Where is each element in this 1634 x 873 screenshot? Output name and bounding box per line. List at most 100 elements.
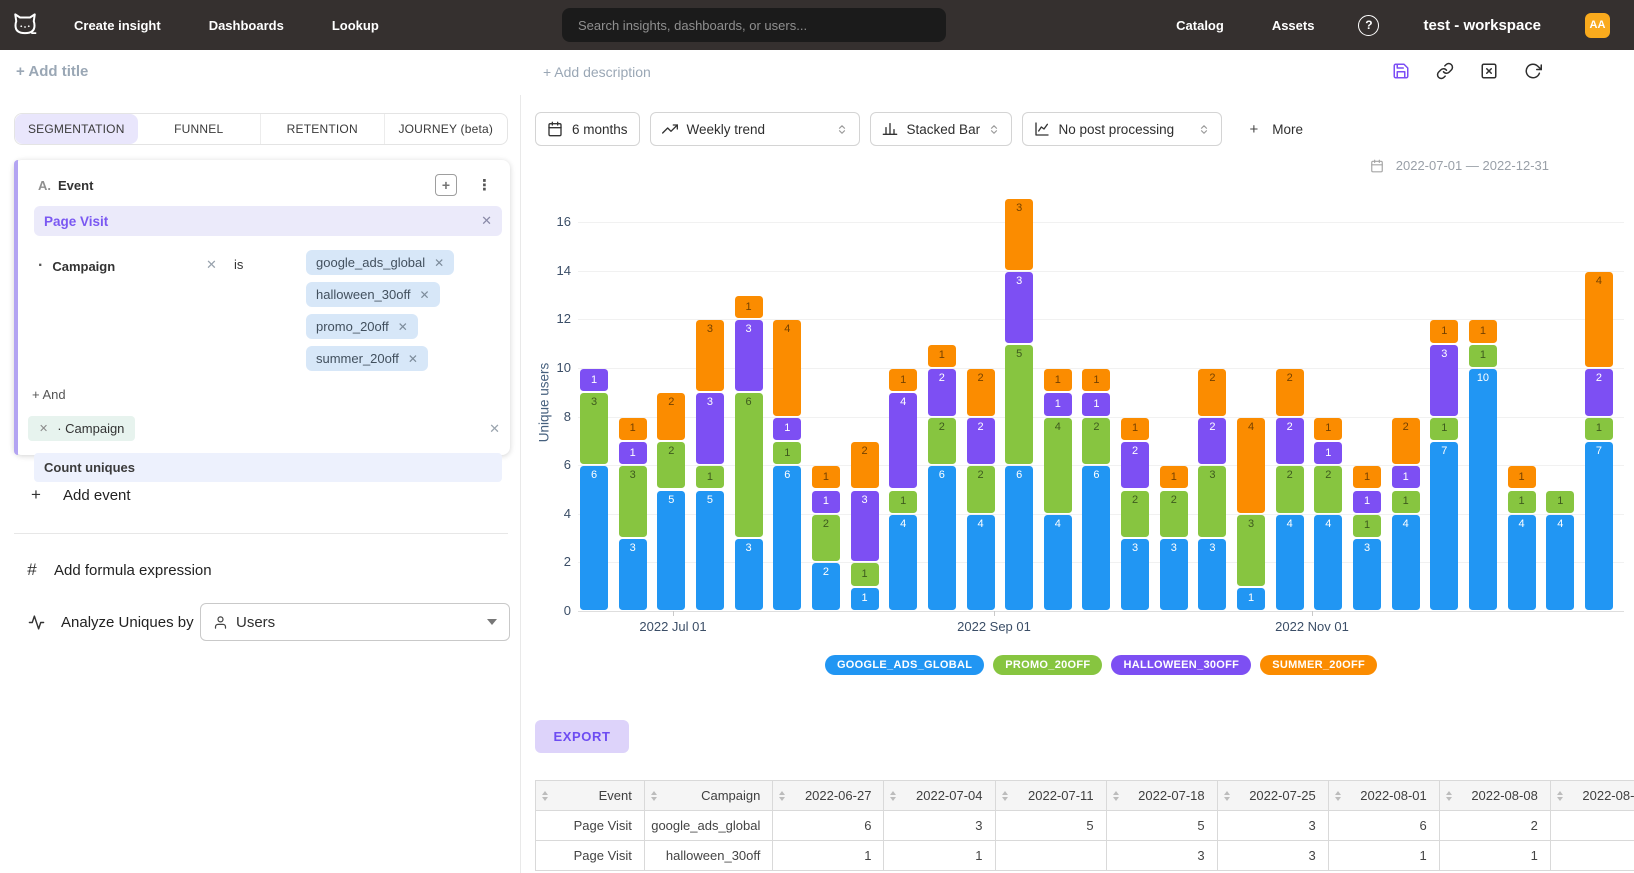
bar-segment-google_ads_global[interactable]: 6 xyxy=(1082,466,1110,610)
help-icon[interactable]: ? xyxy=(1358,15,1379,36)
bar-segment-google_ads_global[interactable]: 4 xyxy=(1392,515,1420,610)
bar-segment-summer_20off[interactable]: 1 xyxy=(1430,320,1458,342)
filter-operator[interactable]: is xyxy=(234,250,306,272)
bar-segment-summer_20off[interactable]: 1 xyxy=(1121,418,1149,440)
bar-segment-promo_20off[interactable]: 1 xyxy=(1430,418,1458,440)
bar-segment-google_ads_global[interactable]: 3 xyxy=(619,539,647,610)
bar-segment-google_ads_global[interactable]: 2 xyxy=(812,563,840,610)
bar-segment-halloween_30off[interactable]: 3 xyxy=(1430,345,1458,416)
bar-segment-halloween_30off[interactable]: 1 xyxy=(773,418,801,440)
sort-icon[interactable] xyxy=(890,791,896,801)
bar-segment-summer_20off[interactable]: 2 xyxy=(657,393,685,440)
bar-segment-summer_20off[interactable]: 2 xyxy=(1198,369,1226,416)
bar-segment-promo_20off[interactable]: 1 xyxy=(1546,491,1574,513)
column-header[interactable]: Event xyxy=(536,781,645,811)
bar-segment-promo_20off[interactable]: 5 xyxy=(1005,345,1033,465)
sort-icon[interactable] xyxy=(1002,791,1008,801)
bar-segment-promo_20off[interactable]: 1 xyxy=(1353,515,1381,537)
bar-segment-summer_20off[interactable]: 2 xyxy=(1276,369,1304,416)
bar-segment-promo_20off[interactable]: 4 xyxy=(1044,418,1072,513)
add-formula-button[interactable]: # Add formula expression xyxy=(24,560,212,580)
bar-segment-promo_20off[interactable]: 1 xyxy=(1585,418,1613,440)
column-header[interactable]: 2022-07-25 xyxy=(1217,781,1328,811)
bar-segment-halloween_30off[interactable]: 1 xyxy=(580,369,608,391)
column-header[interactable]: 2022-07-04 xyxy=(884,781,995,811)
kebab-menu-icon[interactable]: ⋮ xyxy=(477,176,492,194)
column-header[interactable]: 2022-08-08 xyxy=(1439,781,1550,811)
bar-segment-google_ads_global[interactable]: 4 xyxy=(1276,515,1304,610)
bar-segment-promo_20off[interactable]: 1 xyxy=(1508,491,1536,513)
bar-segment-promo_20off[interactable]: 2 xyxy=(1276,466,1304,513)
sort-icon[interactable] xyxy=(1446,791,1452,801)
filter-value-pill[interactable]: google_ads_global✕ xyxy=(306,250,454,275)
bar-segment-google_ads_global[interactable]: 3 xyxy=(735,539,763,610)
sort-icon[interactable] xyxy=(1335,791,1341,801)
bar-segment-promo_20off[interactable]: 1 xyxy=(889,491,917,513)
refresh-icon[interactable] xyxy=(1524,62,1542,80)
sort-icon[interactable] xyxy=(1113,791,1119,801)
remove-value-icon[interactable]: ✕ xyxy=(398,320,408,334)
bar-segment-halloween_30off[interactable]: 1 xyxy=(812,491,840,513)
analyze-by-select[interactable]: Users xyxy=(200,603,510,641)
bar-segment-promo_20off[interactable]: 3 xyxy=(1198,466,1226,537)
bar-segment-summer_20off[interactable]: 1 xyxy=(1160,466,1188,488)
bar-segment-summer_20off[interactable]: 2 xyxy=(851,442,879,489)
bar-segment-summer_20off[interactable]: 4 xyxy=(1237,418,1265,513)
tab-funnel[interactable]: FUNNEL xyxy=(138,114,261,144)
cat-logo-icon[interactable] xyxy=(10,10,40,40)
legend-item-promo_20off[interactable]: PROMO_20OFF xyxy=(993,655,1102,675)
bar-segment-halloween_30off[interactable]: 1 xyxy=(1314,442,1342,464)
bar-segment-summer_20off[interactable]: 1 xyxy=(1082,369,1110,391)
sort-icon[interactable] xyxy=(1557,791,1563,801)
sort-icon[interactable] xyxy=(542,791,548,801)
bar-segment-google_ads_global[interactable]: 5 xyxy=(657,491,685,611)
save-icon[interactable] xyxy=(1392,62,1410,80)
bar-segment-promo_20off[interactable]: 2 xyxy=(1082,418,1110,465)
remove-event-icon[interactable]: ✕ xyxy=(481,213,492,229)
add-event-button[interactable]: + Add event xyxy=(28,485,131,505)
bar-segment-promo_20off[interactable]: 2 xyxy=(1314,466,1342,513)
bar-segment-google_ads_global[interactable]: 6 xyxy=(1005,466,1033,610)
bar-segment-google_ads_global[interactable]: 6 xyxy=(580,466,608,610)
bar-segment-summer_20off[interactable]: 4 xyxy=(1585,272,1613,367)
bar-segment-summer_20off[interactable]: 1 xyxy=(1314,418,1342,440)
bar-segment-promo_20off[interactable]: 3 xyxy=(580,393,608,464)
bar-segment-summer_20off[interactable]: 2 xyxy=(1392,418,1420,465)
bar-segment-halloween_30off[interactable]: 1 xyxy=(1082,393,1110,415)
nav-item-create-insight[interactable]: Create insight xyxy=(74,18,161,33)
bar-segment-halloween_30off[interactable]: 3 xyxy=(1005,272,1033,343)
bar-segment-promo_20off[interactable]: 1 xyxy=(1392,491,1420,513)
tab-retention[interactable]: RETENTION xyxy=(260,114,384,144)
sort-icon[interactable] xyxy=(1224,791,1230,801)
bar-segment-google_ads_global[interactable]: 7 xyxy=(1430,442,1458,610)
bar-segment-google_ads_global[interactable]: 10 xyxy=(1469,369,1497,610)
bar-segment-halloween_30off[interactable]: 2 xyxy=(967,418,995,465)
bar-segment-google_ads_global[interactable]: 4 xyxy=(889,515,917,610)
bar-segment-summer_20off[interactable]: 1 xyxy=(619,418,647,440)
bar-segment-summer_20off[interactable]: 4 xyxy=(773,320,801,415)
bar-segment-google_ads_global[interactable]: 4 xyxy=(1314,515,1342,610)
sort-icon[interactable] xyxy=(651,791,657,801)
bar-segment-halloween_30off[interactable]: 3 xyxy=(735,320,763,391)
bar-segment-summer_20off[interactable]: 1 xyxy=(889,369,917,391)
aggregation-selector[interactable]: Count uniques xyxy=(34,453,502,482)
clear-breakdown-icon[interactable]: ✕ xyxy=(489,421,500,437)
bar-segment-summer_20off[interactable]: 1 xyxy=(928,345,956,367)
nav-item-assets[interactable]: Assets xyxy=(1272,18,1315,33)
bar-segment-promo_20off[interactable]: 1 xyxy=(1469,345,1497,367)
bar-segment-halloween_30off[interactable]: 2 xyxy=(1585,369,1613,416)
workspace-label[interactable]: test - workspace xyxy=(1423,17,1541,34)
bar-segment-google_ads_global[interactable]: 4 xyxy=(967,515,995,610)
remove-value-icon[interactable]: ✕ xyxy=(408,352,418,366)
bar-segment-halloween_30off[interactable]: 1 xyxy=(619,442,647,464)
search-input[interactable] xyxy=(576,17,932,34)
bar-segment-promo_20off[interactable]: 6 xyxy=(735,393,763,537)
bar-segment-google_ads_global[interactable]: 3 xyxy=(1353,539,1381,610)
legend-item-google_ads_global[interactable]: GOOGLE_ADS_GLOBAL xyxy=(825,655,984,675)
close-square-icon[interactable] xyxy=(1480,62,1498,80)
bar-segment-google_ads_global[interactable]: 4 xyxy=(1508,515,1536,610)
bar-segment-google_ads_global[interactable]: 3 xyxy=(1121,539,1149,610)
bar-segment-promo_20off[interactable]: 2 xyxy=(657,442,685,489)
bar-segment-google_ads_global[interactable]: 4 xyxy=(1044,515,1072,610)
bar-segment-summer_20off[interactable]: 1 xyxy=(1353,466,1381,488)
